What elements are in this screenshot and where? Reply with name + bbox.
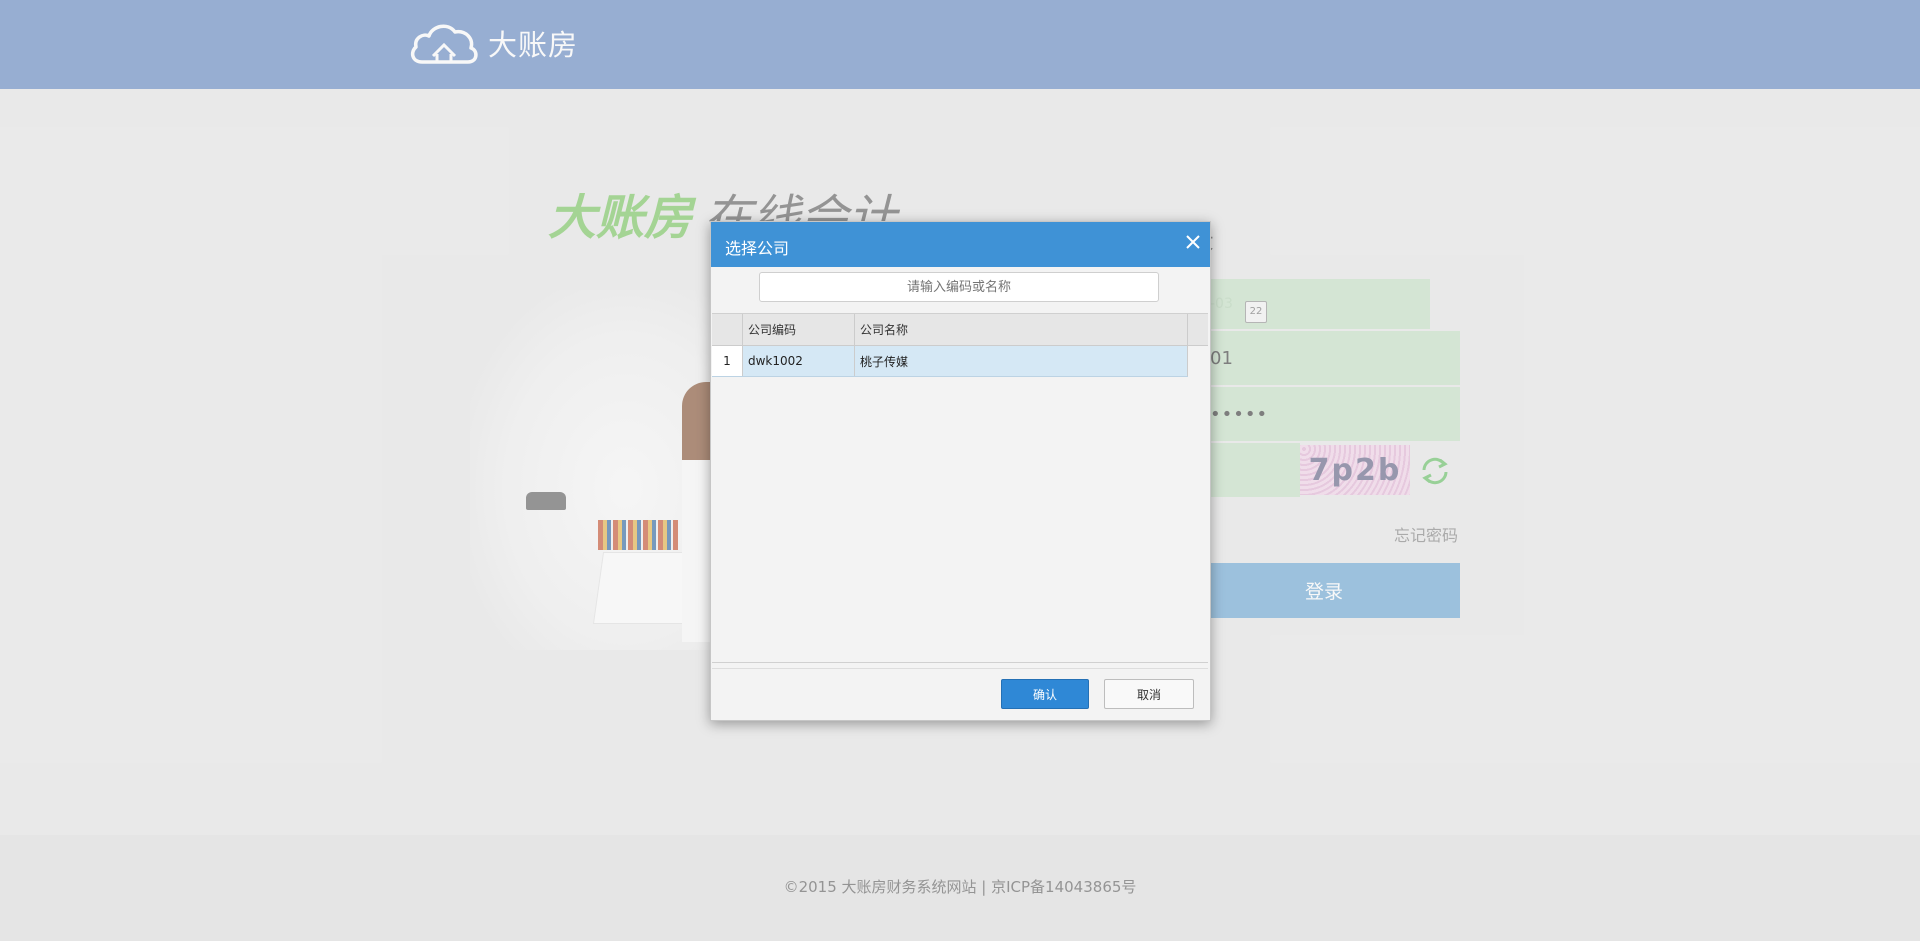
cancel-button[interactable]: 取消: [1104, 679, 1194, 709]
company-name-cell: 桃子传媒: [855, 346, 1188, 376]
select-company-dialog: 选择公司 公司编码 公司名称 1 dwk1002 桃子传媒 确认 取消: [710, 221, 1211, 721]
header-company-name[interactable]: 公司名称: [855, 314, 1188, 345]
confirm-button[interactable]: 确认: [1001, 679, 1089, 709]
company-search-input[interactable]: [759, 272, 1159, 302]
table-header: 公司编码 公司名称: [712, 314, 1208, 346]
dialog-footer-divider: [712, 668, 1208, 669]
company-table: 公司编码 公司名称 1 dwk1002 桃子传媒: [712, 313, 1208, 663]
header-company-code[interactable]: 公司编码: [743, 314, 855, 345]
close-icon[interactable]: [1183, 232, 1203, 252]
header-row-number: [712, 314, 743, 345]
row-number: 1: [712, 346, 743, 376]
table-row[interactable]: 1 dwk1002 桃子传媒: [712, 346, 1188, 377]
company-code-cell: dwk1002: [743, 346, 855, 376]
dialog-title: 选择公司: [725, 239, 790, 258]
dialog-header: 选择公司: [711, 222, 1210, 267]
